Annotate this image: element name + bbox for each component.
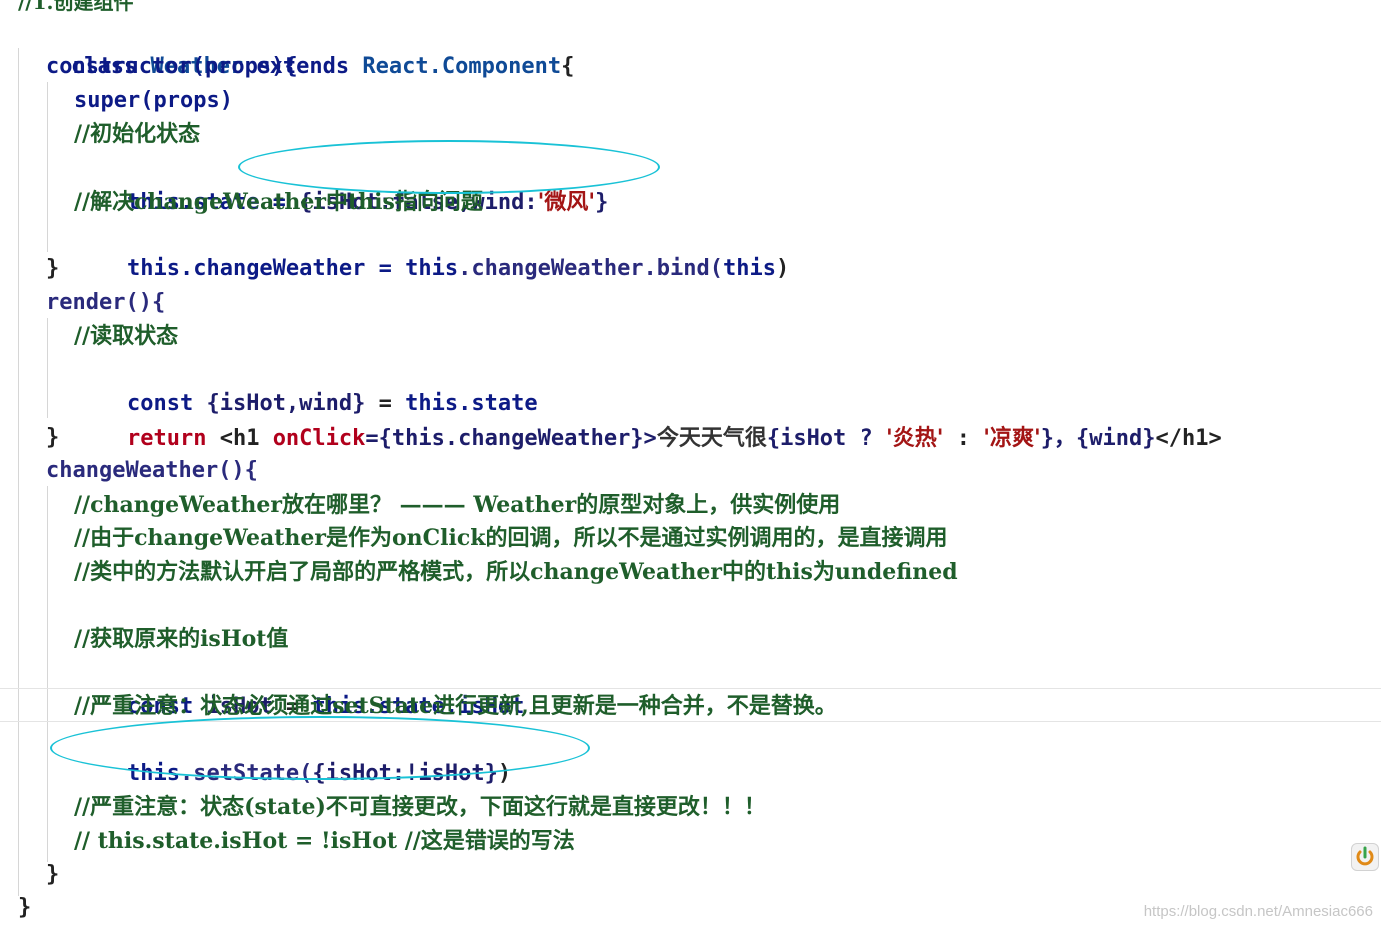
code-line: this.changeWeather = this.changeWeather.… (126, 256, 790, 281)
code-comment: //读取状态 (74, 323, 179, 349)
code-comment: //初始化状态 (74, 121, 201, 147)
code-line: } (46, 425, 60, 450)
code-line: const isHot = this.state.isHot (126, 694, 525, 719)
indent-guide (47, 82, 48, 252)
code-comment: //由于changeWeather是作为onClick的回调，所以不是通过实例调… (74, 525, 948, 551)
code-line: } (18, 895, 32, 920)
indent-guide (18, 48, 19, 896)
highlight-ellipse-state (238, 140, 660, 194)
code-line: } (46, 256, 60, 281)
indent-guide (47, 486, 48, 862)
code-line: super(props) (74, 88, 233, 113)
code-comment: //严重注意：状态(state)不可直接更改，下面这行就是直接更改！！！ (74, 794, 766, 820)
code-line: return <h1 onClick={this.changeWeather}>… (126, 425, 1222, 451)
code-comment: //获取原来的isHot值 (74, 626, 289, 652)
code-comment: // this.state.isHot = !isHot //这是错误的写法 (74, 828, 575, 854)
code-comment: //changeWeather放在哪里？ ——— Weather的原型对象上，供… (74, 492, 841, 518)
top-dots: ···· (874, 0, 924, 6)
code-comment: //严重注意：状态必须通过setState进行更新,且更新是一种合并，不是替换。 (74, 693, 837, 719)
power-icon (1356, 846, 1374, 866)
code-line: constructor(props){ (46, 54, 298, 79)
highlight-ellipse-setstate (50, 716, 590, 780)
code-line: changeWeather(){ (46, 458, 258, 483)
code-line: } (46, 862, 60, 887)
power-plugin-icon[interactable] (1351, 843, 1379, 871)
watermark-url: https://blog.csdn.net/Amnesiac666 (1143, 903, 1373, 920)
indent-guide (47, 318, 48, 418)
code-line: render(){ (46, 290, 166, 315)
top-comment-fragment: //1.创建组件 (18, 0, 134, 14)
code-line: class Weather extends React.Component{ (70, 54, 575, 79)
code-comment: //类中的方法默认开启了局部的严格模式，所以changeWeather中的thi… (74, 559, 958, 585)
code-line: const {isHot,wind} = this.state (126, 391, 538, 416)
code-editor[interactable]: //1.创建组件 ···· class Weather extends Reac… (0, 0, 1381, 928)
